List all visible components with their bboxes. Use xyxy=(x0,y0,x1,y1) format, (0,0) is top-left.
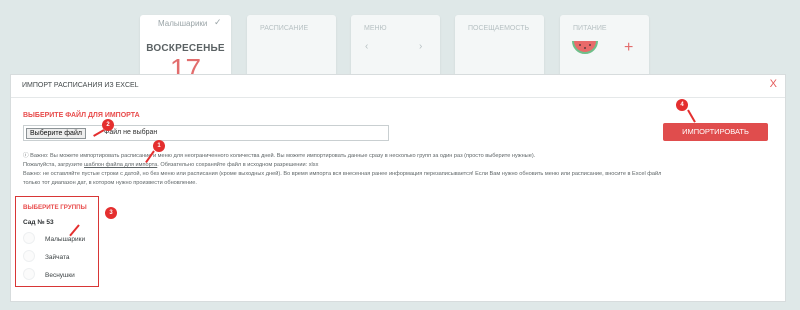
note-line: ⓘ Важно: Вы можете импортировать расписа… xyxy=(23,153,536,159)
annotation-badge-3: 3 xyxy=(105,207,117,219)
note-text: . Обязательно сохраняйте файл в исходном… xyxy=(157,162,319,168)
chevron-left-icon[interactable]: ‹ xyxy=(365,41,368,52)
check-icon: ✓ xyxy=(214,17,222,27)
groups-panel: ВЫБЕРИТЕ ГРУППЫ Сад № 53 Малышарики Зайч… xyxy=(15,196,99,287)
note-line: Важно: не оставляйте пустые строки с дат… xyxy=(23,171,662,177)
divider xyxy=(11,97,785,98)
annotation-badge-1: 1 xyxy=(153,140,165,152)
import-button[interactable]: ИМПОРТИРОВАТЬ xyxy=(663,123,768,141)
note-text: Пожалуйста, загрузите xyxy=(23,162,85,168)
file-status: Файл не выбран xyxy=(104,129,158,136)
menu-card-label: МЕНЮ xyxy=(364,25,387,32)
note-line: Пожалуйста, загрузите шаблон файла для и… xyxy=(23,161,775,170)
chevron-right-icon[interactable]: › xyxy=(419,41,422,52)
nutrition-card-label: ПИТАНИЕ xyxy=(573,25,607,32)
organization-name: Сад № 53 xyxy=(23,219,54,226)
file-input[interactable]: Выберите файл Файл не выбран xyxy=(23,125,389,141)
file-section-label: ВЫБЕРИТЕ ФАЙЛ ДЛЯ ИМПОРТА xyxy=(23,112,140,119)
modal-title: ИМПОРТ РАСПИСАНИЯ ИЗ EXCEL xyxy=(22,82,139,89)
group-option-label: Зайчата xyxy=(45,254,70,261)
group-checkbox[interactable] xyxy=(23,232,35,244)
choose-file-button[interactable]: Выберите файл xyxy=(26,128,86,139)
add-icon[interactable]: + xyxy=(624,39,633,57)
import-notes: ⓘ Важно: Вы можете импортировать расписа… xyxy=(23,152,775,188)
groups-label: ВЫБЕРИТЕ ГРУППЫ xyxy=(23,204,87,211)
schedule-card-label: РАСПИСАНИЕ xyxy=(260,25,309,32)
group-option-label: Малышарики xyxy=(45,236,86,243)
annotation-badge-2: 2 xyxy=(102,119,114,131)
group-option-label: Веснушки xyxy=(45,272,75,279)
note-line: только тот диапазон дат, в котором нужно… xyxy=(23,180,197,186)
group-name: Малышарики xyxy=(158,19,208,28)
attendance-card-label: ПОСЕЩАЕМОСТЬ xyxy=(468,25,530,32)
annotation-badge-4: 4 xyxy=(676,99,688,111)
import-modal: ИМПОРТ РАСПИСАНИЯ ИЗ EXCEL X ВЫБЕРИТЕ ФА… xyxy=(10,74,786,302)
group-checkbox[interactable] xyxy=(23,250,35,262)
group-checkbox[interactable] xyxy=(23,268,35,280)
watermelon-icon xyxy=(572,40,598,54)
close-icon[interactable]: X xyxy=(770,78,777,90)
